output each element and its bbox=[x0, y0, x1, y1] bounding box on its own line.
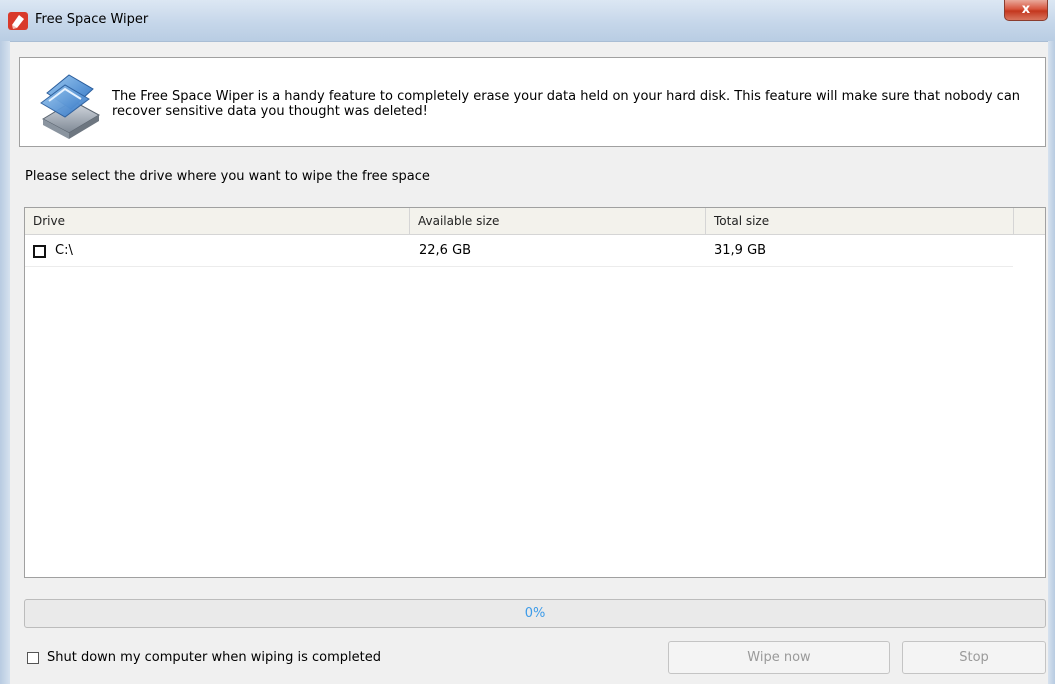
close-button[interactable]: x bbox=[1004, 0, 1048, 21]
shutdown-checkbox[interactable] bbox=[27, 652, 39, 664]
info-description: The Free Space Wiper is a handy feature … bbox=[112, 89, 1021, 119]
window-frame-right bbox=[1048, 41, 1055, 684]
title-bar: Free Space Wiper x bbox=[0, 0, 1055, 42]
drive-checkbox[interactable] bbox=[33, 245, 46, 258]
drive-select-prompt: Please select the drive where you want t… bbox=[25, 169, 430, 184]
list-header: Drive Available size Total size bbox=[25, 208, 1045, 235]
info-panel: The Free Space Wiper is a handy feature … bbox=[19, 57, 1046, 147]
free-space-wiper-app-icon bbox=[8, 12, 28, 30]
drive-list[interactable]: Drive Available size Total size C:\ 22,6… bbox=[24, 207, 1046, 578]
drive-total-size: 31,9 GB bbox=[714, 243, 767, 258]
shutdown-label[interactable]: Shut down my computer when wiping is com… bbox=[47, 650, 381, 665]
window-title: Free Space Wiper bbox=[35, 12, 149, 27]
progress-bar: 0% bbox=[24, 599, 1046, 628]
close-icon: x bbox=[1021, 2, 1031, 17]
drive-name: C:\ bbox=[55, 243, 73, 258]
column-header-total-size[interactable]: Total size bbox=[706, 208, 1014, 235]
drive-available-size: 22,6 GB bbox=[419, 243, 472, 258]
wipe-now-button[interactable]: Wipe now bbox=[668, 641, 890, 674]
hard-drive-icon bbox=[40, 74, 101, 139]
column-header-drive[interactable]: Drive bbox=[25, 208, 410, 235]
stop-button[interactable]: Stop bbox=[902, 641, 1046, 674]
progress-label: 0% bbox=[524, 606, 546, 621]
drive-row[interactable]: C:\ 22,6 GB 31,9 GB bbox=[25, 237, 1013, 267]
window-frame-left bbox=[0, 41, 10, 684]
column-header-available-size[interactable]: Available size bbox=[410, 208, 706, 235]
